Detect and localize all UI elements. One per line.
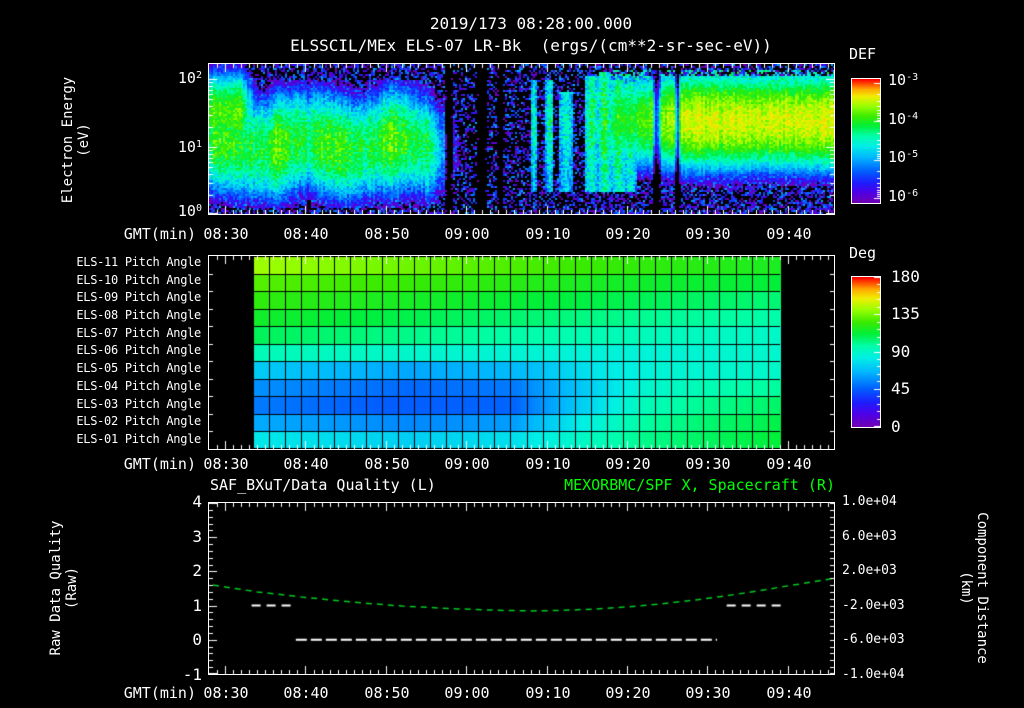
panel1-y-axis-label: Electron Energy (eV) (60, 55, 96, 225)
row-label-els08: ELS-08 Pitch Angle (76, 308, 201, 322)
colorbar2-tick-0: 0 (891, 417, 901, 436)
panel1-y-tick-10: 101 (177, 138, 202, 156)
panel3-x-tick-0830: 08:30 (203, 684, 249, 702)
panel1-x-tick-0840: 08:40 (283, 225, 329, 243)
panel2-x-tick-0840: 08:40 (283, 455, 329, 473)
panel1-x-axis-label: GMT(min) (123, 225, 196, 243)
row-label-els09: ELS-09 Pitch Angle (76, 290, 201, 304)
panel3-x-tick-0850: 08:50 (364, 684, 410, 702)
panel3-right-tick-6e3: 6.0e+03 (842, 529, 897, 544)
spectrogram-panel (208, 63, 835, 215)
panel1-y-tick-100: 102 (177, 69, 202, 87)
panel1-x-tick-0930: 09:30 (685, 225, 731, 243)
row-label-els05: ELS-05 Pitch Angle (76, 361, 201, 375)
panel3-x-tick-0920: 09:20 (605, 684, 651, 702)
colorbar1-tick-1e-5: 10-5 (888, 148, 919, 166)
panel3-x-tick-0930: 09:30 (685, 684, 731, 702)
electron-energy-spectrogram-canvas (209, 64, 834, 214)
panel1-y-axis-label-line2: (eV) (76, 123, 92, 157)
panel3-right-tick-neg2e3: -2.0e+03 (842, 598, 905, 613)
panel3-y-tick-3: 3 (192, 527, 202, 546)
panel3-right-y-axis-label-line2: (km) (958, 571, 974, 605)
panel3-x-tick-0940: 09:40 (766, 684, 812, 702)
panel3-right-tick-neg6e3: -6.0e+03 (842, 632, 905, 647)
panel1-x-tick-0920: 09:20 (605, 225, 651, 243)
panel2-x-tick-0940: 09:40 (766, 455, 812, 473)
quality-distance-panel (208, 502, 835, 675)
colorbar2-tick-180: 180 (891, 267, 920, 286)
panel2-x-tick-0920: 09:20 (605, 455, 651, 473)
row-label-els07: ELS-07 Pitch Angle (76, 326, 201, 340)
panel3-x-axis-label: GMT(min) (123, 684, 196, 702)
colorbar1-tick-1e-4: 10-4 (888, 110, 919, 128)
panel3-right-y-axis-label: Component Distance (km) (954, 503, 990, 673)
panel3-y-tick-1: 1 (192, 596, 202, 615)
pitch-angle-panel (208, 255, 835, 450)
panel2-x-tick-0850: 08:50 (364, 455, 410, 473)
colorbar1-title: DEF (849, 45, 877, 63)
colorbar2-title: Deg (849, 244, 877, 262)
panel2-x-tick-0910: 09:10 (525, 455, 571, 473)
panel3-x-tick-0840: 08:40 (283, 684, 329, 702)
panel3-x-tick-0900: 09:00 (444, 684, 490, 702)
row-label-els02: ELS-02 Pitch Angle (76, 414, 201, 428)
deg-colorbar (851, 276, 881, 428)
panel3-left-y-axis-label-line2: (Raw) (64, 566, 80, 610)
panel3-right-tick-2e3: 2.0e+03 (842, 563, 897, 578)
def-colorbar (851, 78, 881, 204)
panel1-x-tick-0910: 09:10 (525, 225, 571, 243)
colorbar1-tick-1e-6: 10-6 (888, 187, 919, 205)
panel1-x-tick-0940: 09:40 (766, 225, 812, 243)
quality-distance-plot-canvas (209, 503, 834, 674)
deg-colorbar-canvas (852, 277, 880, 427)
row-label-els10: ELS-10 Pitch Angle (76, 273, 201, 287)
row-label-els03: ELS-03 Pitch Angle (76, 397, 201, 411)
panel3-y-tick-0: 0 (192, 630, 202, 649)
colorbar1-tick-1e-3: 10-3 (888, 71, 919, 89)
colorbar2-tick-135: 135 (891, 304, 920, 323)
plot-figure: 2019/173 08:28:00.000 ELSSCIL/MEx ELS-07… (0, 0, 1024, 708)
panel3-y-tick-2: 2 (192, 561, 202, 580)
panel1-y-tick-1: 100 (177, 202, 202, 220)
panel1-y-axis-label-line1: Electron Energy (60, 76, 76, 204)
panel2-x-tick-0930: 09:30 (685, 455, 731, 473)
panel3-y-tick-4: 4 (192, 492, 202, 511)
panel3-y-tick-neg1: -1 (182, 665, 202, 684)
colorbar2-tick-90: 90 (891, 342, 911, 361)
def-colorbar-canvas (852, 79, 880, 203)
spectrogram-title: ELSSCIL/MEx ELS-07 LR-Bk (ergs/(cm**2-sr… (290, 36, 772, 55)
panel3-right-y-axis-label-line1: Component Distance (974, 512, 990, 664)
panel1-x-tick-0850: 08:50 (364, 225, 410, 243)
row-label-els04: ELS-04 Pitch Angle (76, 379, 201, 393)
panel3-right-tick-neg1e4: -1.0e+04 (842, 667, 905, 682)
panel2-x-tick-0830: 08:30 (203, 455, 249, 473)
panel2-x-axis-label: GMT(min) (123, 455, 196, 473)
panel3-right-series-title: MEXORBMC/SPF X, Spacecraft (R) (564, 476, 835, 494)
pitch-angle-grid-canvas (209, 256, 834, 449)
panel1-x-tick-0830: 08:30 (203, 225, 249, 243)
panel3-left-y-axis-label: Raw Data Quality (Raw) (48, 503, 84, 673)
panel1-x-tick-0900: 09:00 (444, 225, 490, 243)
panel3-x-tick-0910: 09:10 (525, 684, 571, 702)
row-label-els06: ELS-06 Pitch Angle (76, 343, 201, 357)
panel3-left-y-axis-label-line1: Raw Data Quality (48, 520, 64, 656)
observation-datetime: 2019/173 08:28:00.000 (429, 14, 633, 33)
panel2-x-tick-0900: 09:00 (444, 455, 490, 473)
panel3-right-tick-1e4: 1.0e+04 (842, 494, 897, 509)
row-label-els11: ELS-11 Pitch Angle (76, 255, 201, 269)
colorbar2-tick-45: 45 (891, 379, 911, 398)
row-label-els01: ELS-01 Pitch Angle (76, 432, 201, 446)
